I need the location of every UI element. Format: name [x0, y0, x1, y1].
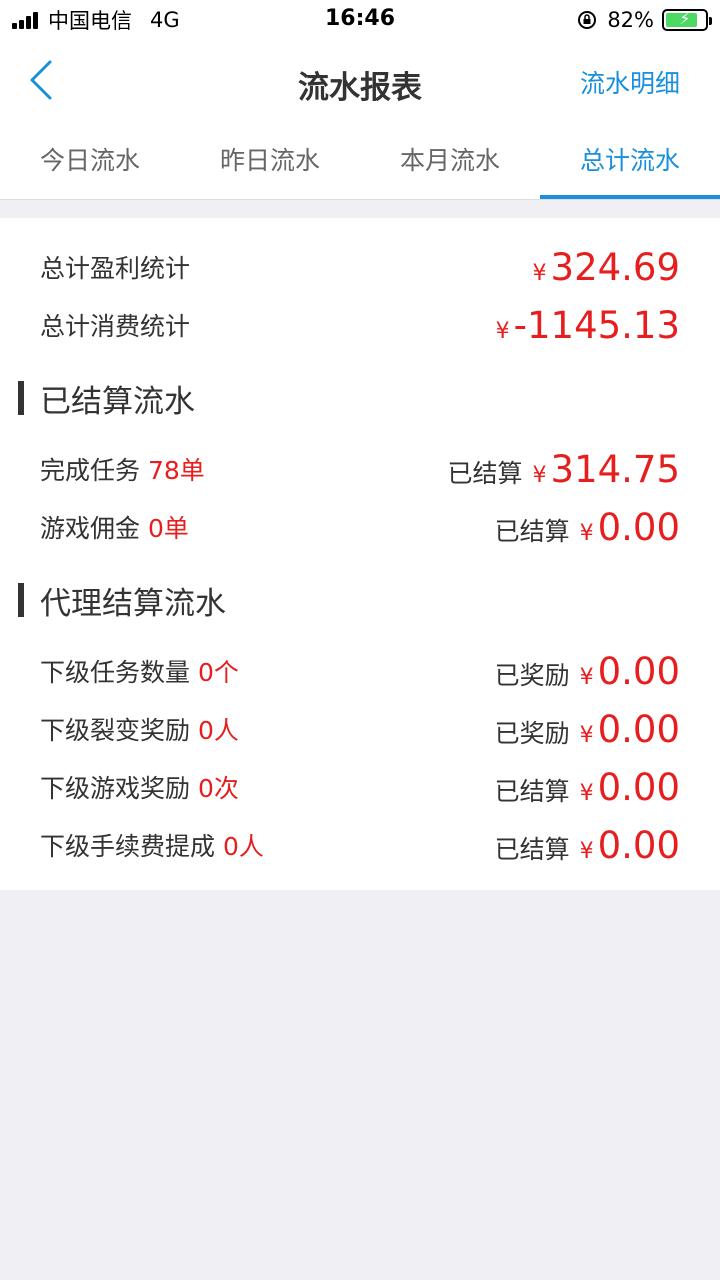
row-count: 0单: [147, 514, 189, 543]
row-label-text: 下级游戏奖励: [40, 774, 191, 803]
row-label-text: 下级任务数量: [40, 658, 191, 687]
tab-bar: 今日流水 昨日流水 本月流水 总计流水: [0, 128, 720, 200]
row-value: 已结算 ¥ 314.75: [448, 448, 680, 491]
profit-row: 总计盈利统计 ¥ 324.69: [40, 238, 680, 296]
tab-yesterday[interactable]: 昨日流水: [180, 128, 360, 199]
section-title-text: 代理结算流水: [40, 585, 226, 622]
row-label-text: 下级手续费提成: [40, 832, 216, 861]
row-status: 已奖励: [494, 718, 570, 748]
row-value: 已结算 ¥ 0.00: [495, 766, 680, 809]
charging-bolt-icon: ⚡: [679, 9, 691, 28]
row-status: 已结算: [494, 834, 570, 864]
currency-symbol: ¥: [579, 780, 594, 806]
agent-section-title: 代理结算流水: [18, 576, 226, 624]
row-amount: 0.00: [597, 505, 680, 549]
tab-today[interactable]: 今日流水: [0, 128, 180, 199]
row-amount: 314.75: [550, 447, 680, 491]
currency-symbol: ¥: [579, 722, 594, 748]
row-count: 0个: [197, 658, 239, 687]
row-count: 0人: [222, 832, 264, 861]
list-item: 下级手续费提成 0人 已结算 ¥ 0.00: [40, 816, 680, 874]
currency-symbol: ¥: [532, 462, 547, 488]
list-item: 下级游戏奖励 0次 已结算 ¥ 0.00: [40, 758, 680, 816]
orientation-lock-icon: [577, 10, 597, 30]
row-count: 0次: [197, 774, 239, 803]
status-right: 82% ⚡: [577, 6, 712, 34]
section-title-text: 已结算流水: [40, 383, 195, 420]
row-status: 已结算: [447, 458, 523, 488]
row-amount: 0.00: [597, 649, 680, 693]
status-bar: 中国电信 4G 16:46 82% ⚡: [0, 0, 720, 40]
battery-percent: 82%: [607, 8, 654, 32]
list-item: 下级裂变奖励 0人 已奖励 ¥ 0.00: [40, 700, 680, 758]
consume-value: ¥ -1145.13: [496, 304, 680, 347]
battery-icon: ⚡: [662, 9, 712, 31]
tab-total[interactable]: 总计流水: [540, 128, 720, 199]
currency-symbol: ¥: [495, 318, 510, 344]
profit-amount: 324.69: [550, 245, 680, 289]
consume-row: 总计消费统计 ¥ -1145.13: [40, 296, 680, 354]
row-value: 已结算 ¥ 0.00: [495, 824, 680, 867]
row-label: 下级手续费提成 0人: [40, 827, 264, 863]
row-amount: 0.00: [597, 707, 680, 751]
row-status: 已结算: [494, 776, 570, 806]
row-label: 完成任务 78单: [40, 451, 205, 487]
profit-value: ¥ 324.69: [533, 246, 680, 289]
row-label: 下级任务数量 0个: [40, 653, 239, 689]
row-label-text: 完成任务: [40, 456, 141, 485]
currency-symbol: ¥: [579, 664, 594, 690]
section-marker: [18, 583, 24, 617]
currency-symbol: ¥: [579, 838, 594, 864]
row-label-text: 下级裂变奖励: [40, 716, 191, 745]
row-label: 下级游戏奖励 0次: [40, 769, 239, 805]
currency-symbol: ¥: [579, 520, 594, 546]
row-value: 已奖励 ¥ 0.00: [495, 650, 680, 693]
back-button[interactable]: [22, 58, 66, 102]
report-content: 总计盈利统计 ¥ 324.69 总计消费统计 ¥ -1145.13 已结算流水 …: [0, 218, 720, 890]
row-value: 已结算 ¥ 0.00: [495, 506, 680, 549]
chevron-left-icon: [30, 60, 52, 100]
settled-section-title: 已结算流水: [18, 374, 195, 422]
row-count: 78单: [147, 456, 205, 485]
row-label: 下级裂变奖励 0人: [40, 711, 239, 747]
row-label-text: 游戏佣金: [40, 514, 141, 543]
profit-label: 总计盈利统计: [40, 254, 191, 283]
row-count: 0人: [197, 716, 239, 745]
list-item: 完成任务 78单 已结算 ¥ 314.75: [40, 440, 680, 498]
row-status: 已结算: [494, 516, 570, 546]
consume-label: 总计消费统计: [40, 312, 191, 341]
list-item: 游戏佣金 0单 已结算 ¥ 0.00: [40, 498, 680, 556]
row-value: 已奖励 ¥ 0.00: [495, 708, 680, 751]
row-status: 已奖励: [494, 660, 570, 690]
row-amount: 0.00: [597, 765, 680, 809]
nav-bar: 流水报表 流水明细: [0, 40, 720, 128]
row-amount: 0.00: [597, 823, 680, 867]
tab-this-month[interactable]: 本月流水: [360, 128, 540, 199]
flow-detail-link[interactable]: 流水明细: [580, 64, 680, 100]
section-marker: [18, 381, 24, 415]
row-label: 游戏佣金 0单: [40, 509, 189, 545]
consume-amount: -1145.13: [513, 303, 680, 347]
currency-symbol: ¥: [532, 260, 547, 286]
list-item: 下级任务数量 0个 已奖励 ¥ 0.00: [40, 642, 680, 700]
